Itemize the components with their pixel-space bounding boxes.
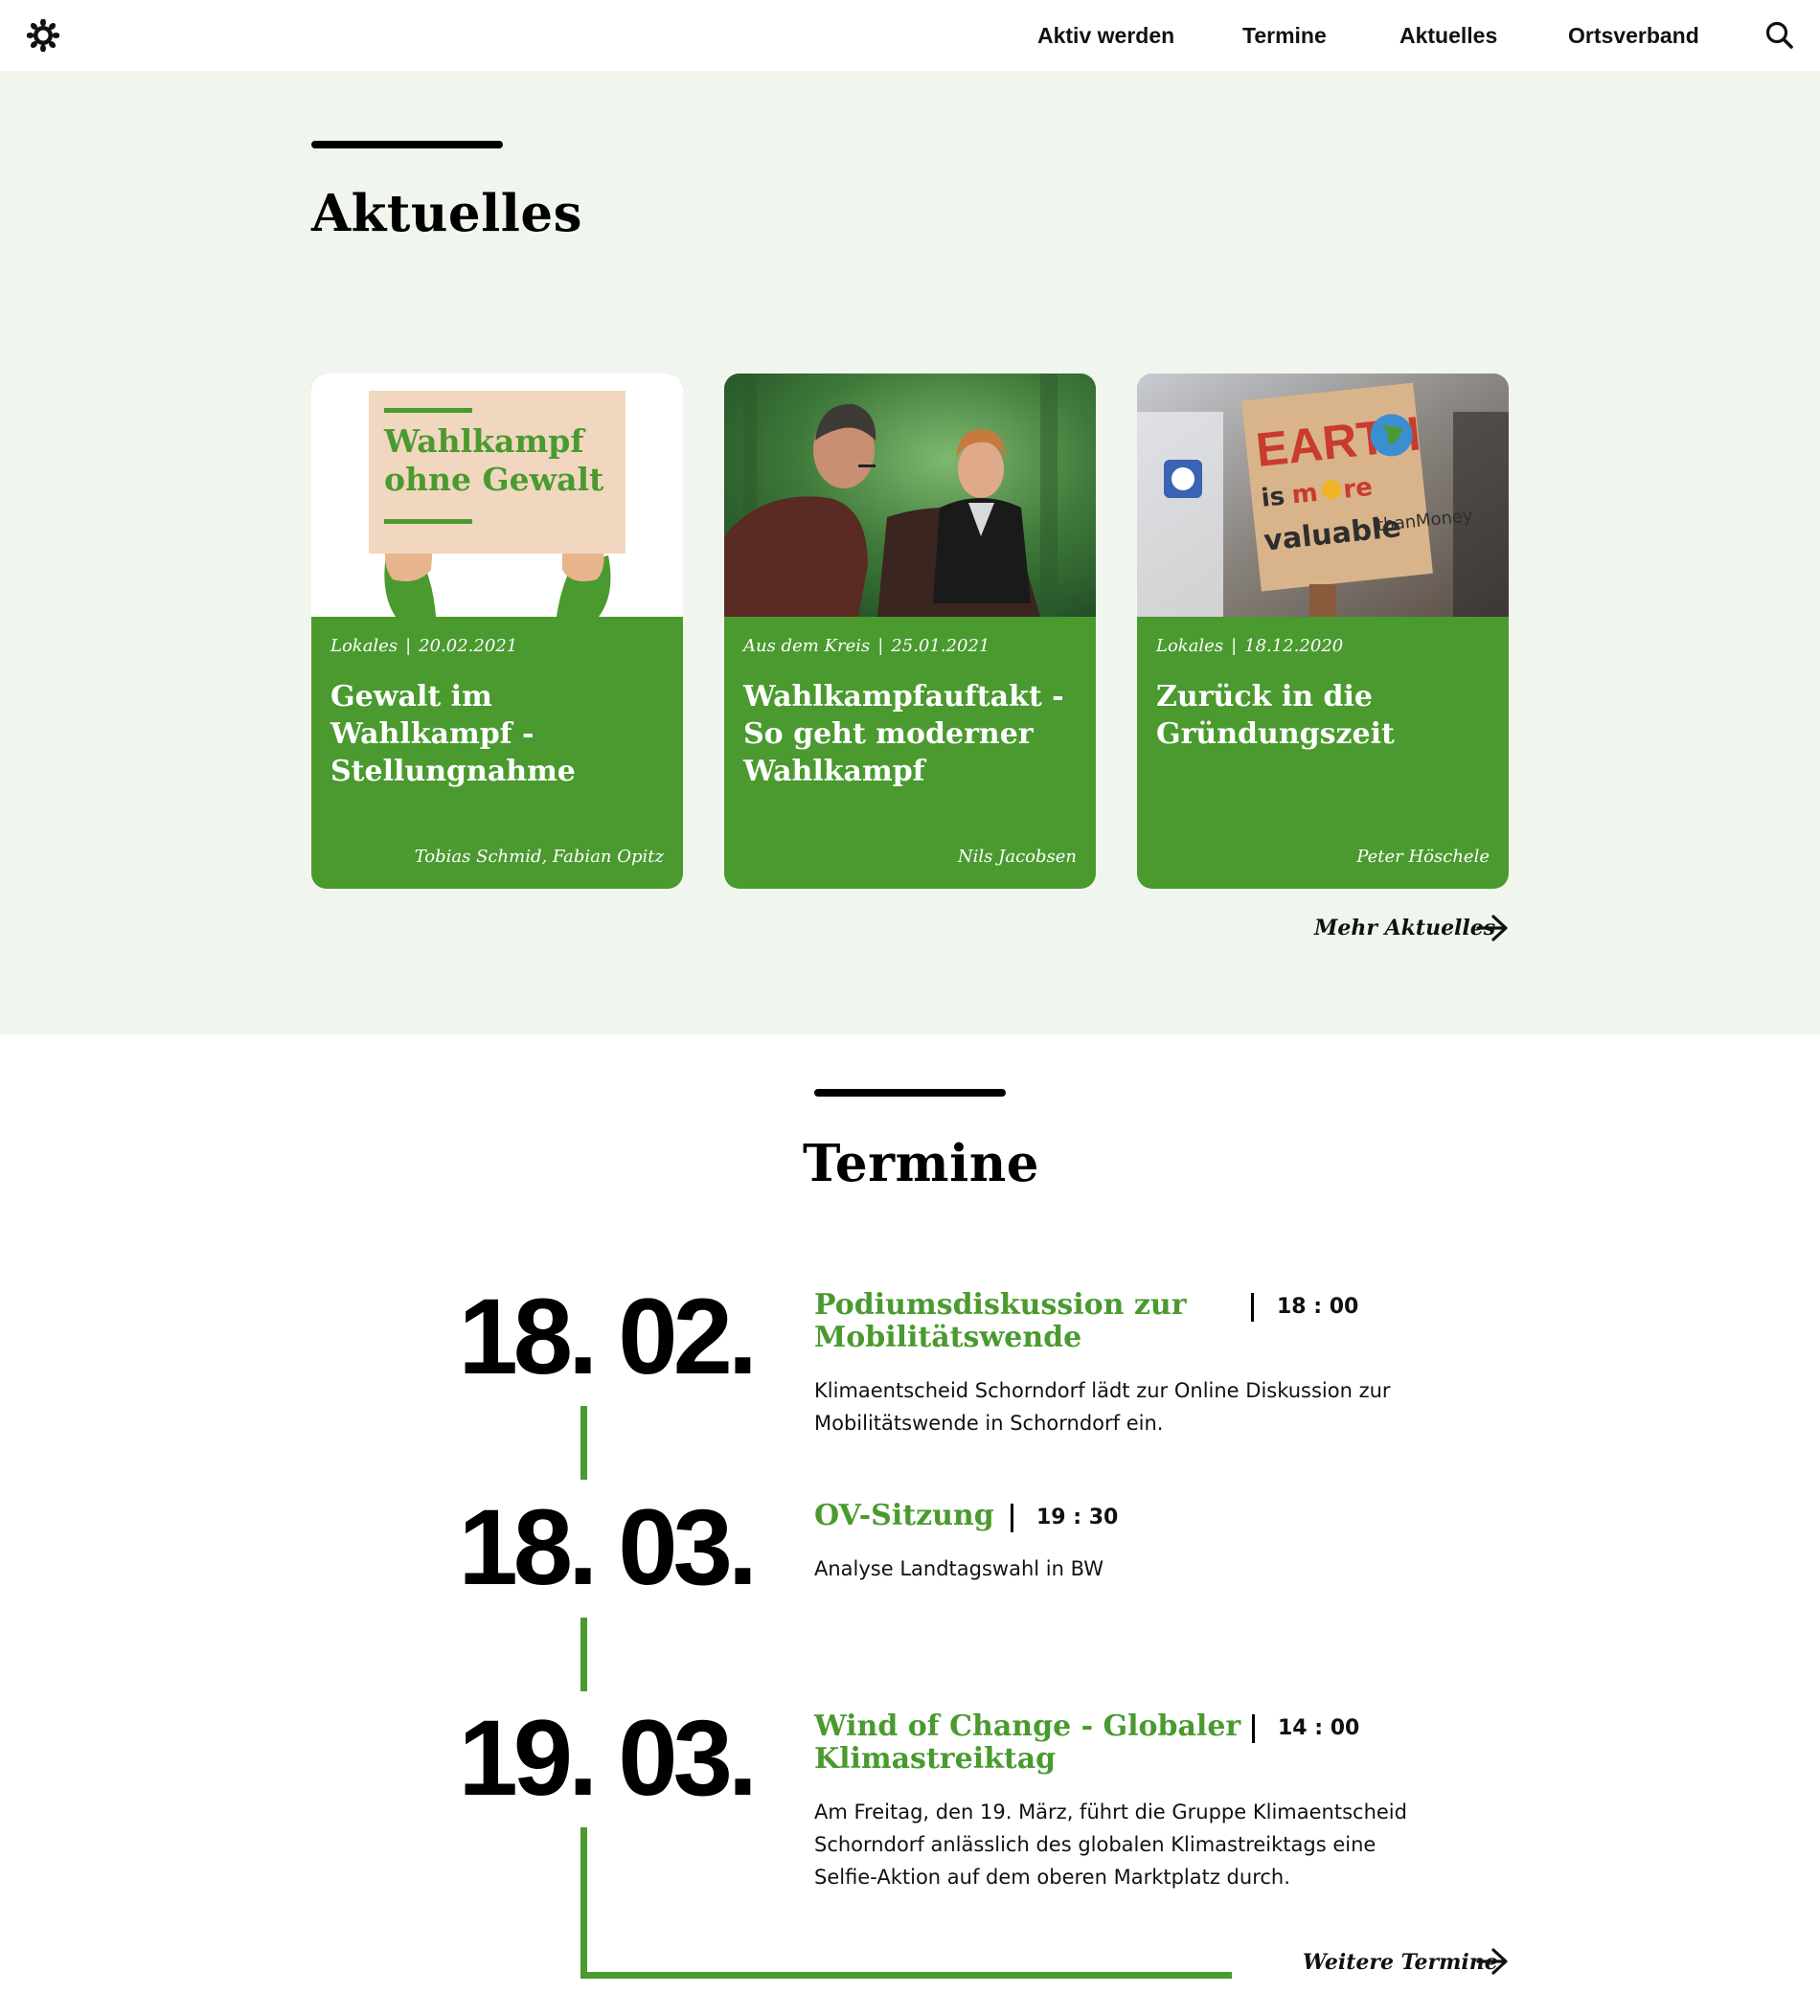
arrow-right-icon[interactable] [1476,914,1509,942]
nav-item-ortsverband[interactable]: Ortsverband [1568,23,1699,49]
news-card-category: Aus dem Kreis [743,636,871,656]
more-events-link[interactable]: Weitere Termine [1303,1950,1498,1975]
timeline-segment [580,1972,1232,1979]
news-card-title[interactable]: Zurück in die Gründungszeit [1156,678,1491,753]
news-card-image: EARTH is m re valuable thanMoney [1137,374,1509,617]
sign-text-line2: ohne Gewalt [384,461,604,498]
svg-text:re: re [1342,473,1374,505]
svg-text:m: m [1290,479,1319,510]
news-card-date: 18.12.2020 [1244,636,1344,656]
news-card-author: Peter Höschele [1356,847,1490,867]
event-title[interactable]: OV-Sitzung [814,1500,994,1532]
event-date: 18. 03. [458,1487,758,1607]
nav-item-termine[interactable]: Termine [1242,23,1327,49]
event-time: 19 : 30 [1011,1504,1118,1532]
section-title-aktuelles: Aktuelles [311,184,582,243]
news-card[interactable]: Wahlkampf ohne Gewalt Lokales | 20.02.2021… [311,374,683,889]
news-card-date: 20.02.2021 [419,636,518,656]
sign-text-line1: Wahlkampf [383,422,585,460]
timeline-segment [580,1827,587,1979]
news-card-title[interactable]: Gewalt im Wahlkampf - Stellungnahme [330,678,666,790]
nav-item-aktiv-werden[interactable]: Aktiv werden [1037,23,1174,49]
section-title-termine: Termine [803,1134,1039,1193]
event-time: 18 : 00 [1251,1293,1358,1322]
search-icon[interactable] [1764,20,1795,51]
news-card[interactable]: EARTH is m re valuable thanMoney Lokales… [1137,374,1509,889]
sunflower-logo-icon[interactable] [27,19,59,52]
svg-text:is: is [1260,482,1285,512]
event-title[interactable]: Podiumsdiskussion zur Mobilitätswende [814,1289,1236,1354]
news-section: Aktuelles Wahlkampf ohne Gewalt Lokales |… [0,71,1820,1034]
news-card-author: Nils Jacobsen [957,847,1077,867]
event-description: Am Freitag, den 19. März, führt die Grup… [814,1801,1407,1889]
news-card-meta: Lokales | 20.02.2021 [330,636,518,656]
news-card-date: 25.01.2021 [891,636,990,656]
event-time: 14 : 00 [1252,1714,1359,1743]
section-title-bar [311,141,503,148]
more-news-link[interactable]: Mehr Aktuelles [1314,916,1495,940]
news-card-title[interactable]: Wahlkampfauftakt - So geht moderner Wahl… [743,678,1079,790]
timeline-segment [580,1618,587,1691]
news-card-author: Tobias Schmid, Fabian Opitz [414,847,664,867]
arrow-right-icon[interactable] [1476,1947,1509,1976]
event-date: 19. 03. [458,1698,758,1818]
timeline-segment [580,1406,587,1480]
news-card-meta: Aus dem Kreis | 25.01.2021 [743,636,990,656]
news-card-category: Lokales [1156,636,1224,656]
site-header: Aktiv werden Termine Aktuelles Ortsverba… [0,0,1820,71]
event-date: 18. 02. [458,1277,758,1396]
news-card-meta: Lokales | 18.12.2020 [1156,636,1344,656]
news-card-image: Wahlkampf ohne Gewalt [311,374,683,617]
news-card[interactable]: Aus dem Kreis | 25.01.2021 Wahlkampfauftak… [724,374,1096,889]
nav-item-aktuelles[interactable]: Aktuelles [1399,23,1497,49]
section-title-bar [814,1089,1006,1097]
event-description: Klimaentscheid Schorndorf lädt zur Onlin… [814,1379,1391,1435]
news-card-category: Lokales [330,636,398,656]
event-title[interactable]: Wind of Change - Globaler Klimastreiktag [814,1710,1245,1776]
news-card-image [724,374,1096,617]
event-description: Analyse Landtagswahl in BW [814,1557,1104,1580]
